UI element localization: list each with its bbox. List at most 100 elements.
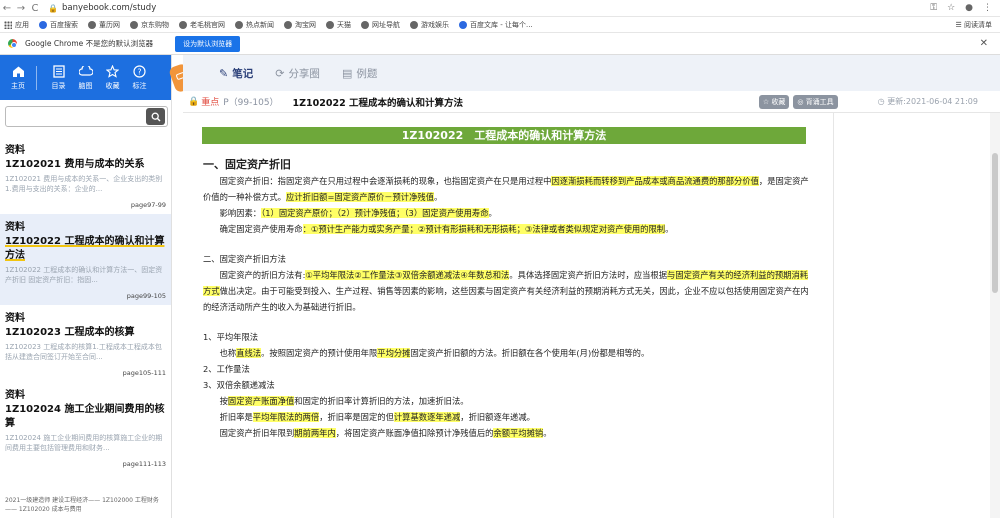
paragraph: 影响因素：（1）固定资产原价；（2）预计净残值；（3）固定资产使用寿命。 [219,208,497,218]
nav-catalog[interactable]: 目录 [45,65,72,91]
search-icon [151,112,160,121]
svg-text:?: ? [137,67,141,76]
globe-icon [88,20,96,29]
bookmarks-bar: 应用 百度搜索 董历网 京东购物 老毛桃官网 热点新闻 淘宝网 天猫 网址导航 … [0,17,1000,33]
reload-icon[interactable]: C [28,3,42,14]
clock-icon: ◷ [877,97,888,106]
browser-toolbar: ← → C 🔒 banyebook.com/study ⚿ ☆ ● ⋮ [0,0,1000,17]
scrollbar-thumb[interactable] [992,153,998,293]
list-item[interactable]: 资料 1Z102021 费用与成本的关系 1Z102021 费用与成本的关系一、… [0,137,171,214]
section-heading: 二、固定资产折旧方法 [203,254,286,264]
list-item-active[interactable]: 资料 1Z102022 工程成本的确认和计算方法 1Z102022 工程成本的确… [0,214,171,305]
key-point-icon: 🔒 [188,96,200,107]
doc-banner: 1Z102022 工程成本的确认和计算方法 [202,127,806,144]
nav-divider [36,65,37,90]
url-text: banyebook.com/study [61,3,157,13]
paw-icon [39,20,47,29]
paw-icon [459,20,467,29]
profile-icon[interactable]: ● [965,3,973,13]
forward-icon[interactable]: → [14,3,28,14]
globe-icon [326,20,334,29]
nav-home[interactable]: 主页 [4,65,32,91]
key-icon[interactable]: ⚿ [930,3,937,13]
sidebar: 主页 目录 脑图 收藏 ? 标注 资料 1Z102021 费用与成本的关系 1Z… [0,55,172,518]
globe-icon [361,20,369,29]
list-item[interactable]: 资料 1Z102023 工程成本的核算 1Z102023 工程成本的核算1.工程… [0,305,171,382]
globe-icon [179,20,187,29]
bookmark-item[interactable]: 天猫 [326,20,351,30]
bookmark-item[interactable]: 淘宝网 [284,20,316,30]
globe-icon [410,20,418,29]
close-icon[interactable]: ✕ [980,38,988,49]
help-circle-icon: ? [132,65,147,79]
page-title: 1Z102022 工程成本的确认和计算方法 [292,97,464,109]
bookmark-item[interactable]: 百度文库 - 让每个... [459,20,533,30]
paragraph: 按固定资产账面净值和固定的折旧率计算折旧的方法，加速折旧法。 [219,396,469,406]
key-label: 重点 [201,98,220,108]
sidebar-nav: 主页 目录 脑图 收藏 ? 标注 [0,55,171,100]
document-icon: ▤ [341,66,353,80]
bookmark-item[interactable]: 游戏娱乐 [410,20,449,30]
globe-icon [235,20,243,29]
address-bar[interactable]: 🔒 banyebook.com/study [48,3,930,13]
star-icon [105,65,120,79]
paragraph: 折旧率是平均年限法的两倍，折旧率是固定的但计算基数逐年递减，折旧额逐年递减。 [219,412,535,422]
home-icon [11,65,26,79]
edit-icon: ✎ [219,66,229,80]
apps-grid-icon [4,20,12,29]
star-icon[interactable]: ☆ [947,3,955,13]
reading-list[interactable]: ☰ 阅读清单 [955,20,992,30]
paragraph: 确定固定资产使用寿命：①预计生产能力或实务产量；②预计有形损耗和无形损耗；③法律… [219,224,674,234]
breadcrumb: 2021一级建造师 建设工程经济—— 1Z102000 工程财务 —— 1Z10… [5,497,159,513]
tab-notes[interactable]: ✎ 笔记 [219,66,253,81]
bookmark-item[interactable]: 网址导航 [361,20,400,30]
bookmark-item[interactable]: 热点新闻 [235,20,274,30]
section-header: 🔒 重点 P（99-105） 1Z102022 工程成本的确认和计算方法 ☆ 收… [183,91,1000,113]
tab-examples[interactable]: ▤ 例题 [342,66,377,81]
back-icon[interactable]: ← [0,3,14,14]
nav-annotations[interactable]: ? 标注 [126,65,153,91]
share-icon: ⟳ [275,66,285,80]
right-pane [833,113,1000,518]
nav-mindmap[interactable]: 脑图 [72,65,99,91]
infobar-text: Google Chrome 不是您的默认浏览器 [25,39,154,48]
section-heading: 一、固定资产折旧 [203,158,291,171]
paragraph: 固定资产折旧：指固定资产在只用过程中会逐渐损耗的现象，也指固定资产在只是用过程中… [203,176,809,202]
set-default-button[interactable]: 设为默认浏览器 [175,35,241,52]
mindmap-icon [78,65,93,79]
nav-favorites[interactable]: 收藏 [99,65,126,91]
globe-icon [284,20,292,29]
recite-tool-button[interactable]: ◎ 背诵工具 [793,94,838,109]
tool-icon: ◎ [797,97,806,106]
page-range: P（99-105） [223,98,279,108]
app: 主页 目录 脑图 收藏 ? 标注 资料 1Z102021 费用与成本的关系 1Z… [0,55,1000,518]
catalog-icon [51,65,66,79]
tab-bar: ✎ 笔记 ⟳ 分享圈 ▤ 例题 [183,55,1000,91]
default-browser-infobar: Google Chrome 不是您的默认浏览器 设为默认浏览器 ✕ [0,33,1000,55]
bookmark-item[interactable]: 老毛桃官网 [179,20,225,30]
tab-share[interactable]: ⟳ 分享圈 [275,66,320,81]
document-content: 1Z102022 工程成本的确认和计算方法 一、固定资产折旧 固定资产折旧：指固… [183,113,833,518]
paragraph: 固定资产的折旧方法有:①平均年限法②工作量法③双倍余额递减法④年数总和法。具体选… [203,270,809,312]
list-item[interactable]: 资料 1Z102024 施工企业期间费用的核算 1Z102024 施工企业期间费… [0,382,171,473]
bookmark-item[interactable]: 董历网 [88,20,120,30]
bookmark-apps[interactable]: 应用 [4,20,29,30]
bookmark-item[interactable]: 百度搜索 [39,20,78,30]
method-heading: 1、平均年限法 [203,332,259,342]
paragraph: 也称直线法。按照固定资产的预计使用年限平均分摊固定资产折旧额的方法。折旧额在各个… [219,348,650,358]
lock-icon: 🔒 [48,3,58,13]
favorite-button[interactable]: ☆ 收藏 [758,94,790,109]
search-button[interactable] [146,108,165,125]
chapter-list: 资料 1Z102021 费用与成本的关系 1Z102021 费用与成本的关系一、… [0,137,171,473]
reading-list-icon: ☰ [955,20,964,29]
chrome-icon [8,39,17,48]
bookmark-item[interactable]: 京东购物 [130,20,169,30]
main-panel: ✎ 笔记 ⟳ 分享圈 ▤ 例题 🔒 重点 P（99-105） 1Z102022 … [183,55,1000,518]
globe-icon [130,20,138,29]
updated-time: ◷ 更新:2021-06-04 21:09 [877,97,978,106]
method-heading: 2、工作量法 [203,364,250,374]
paragraph: 固定资产折旧年限到期前两年内，将固定资产账面净值扣除预计净残值后的余额平均摊销。 [219,428,552,438]
menu-icon[interactable]: ⋮ [983,3,992,13]
search-input[interactable] [5,106,168,127]
method-heading: 3、双倍余额递减法 [203,380,275,390]
